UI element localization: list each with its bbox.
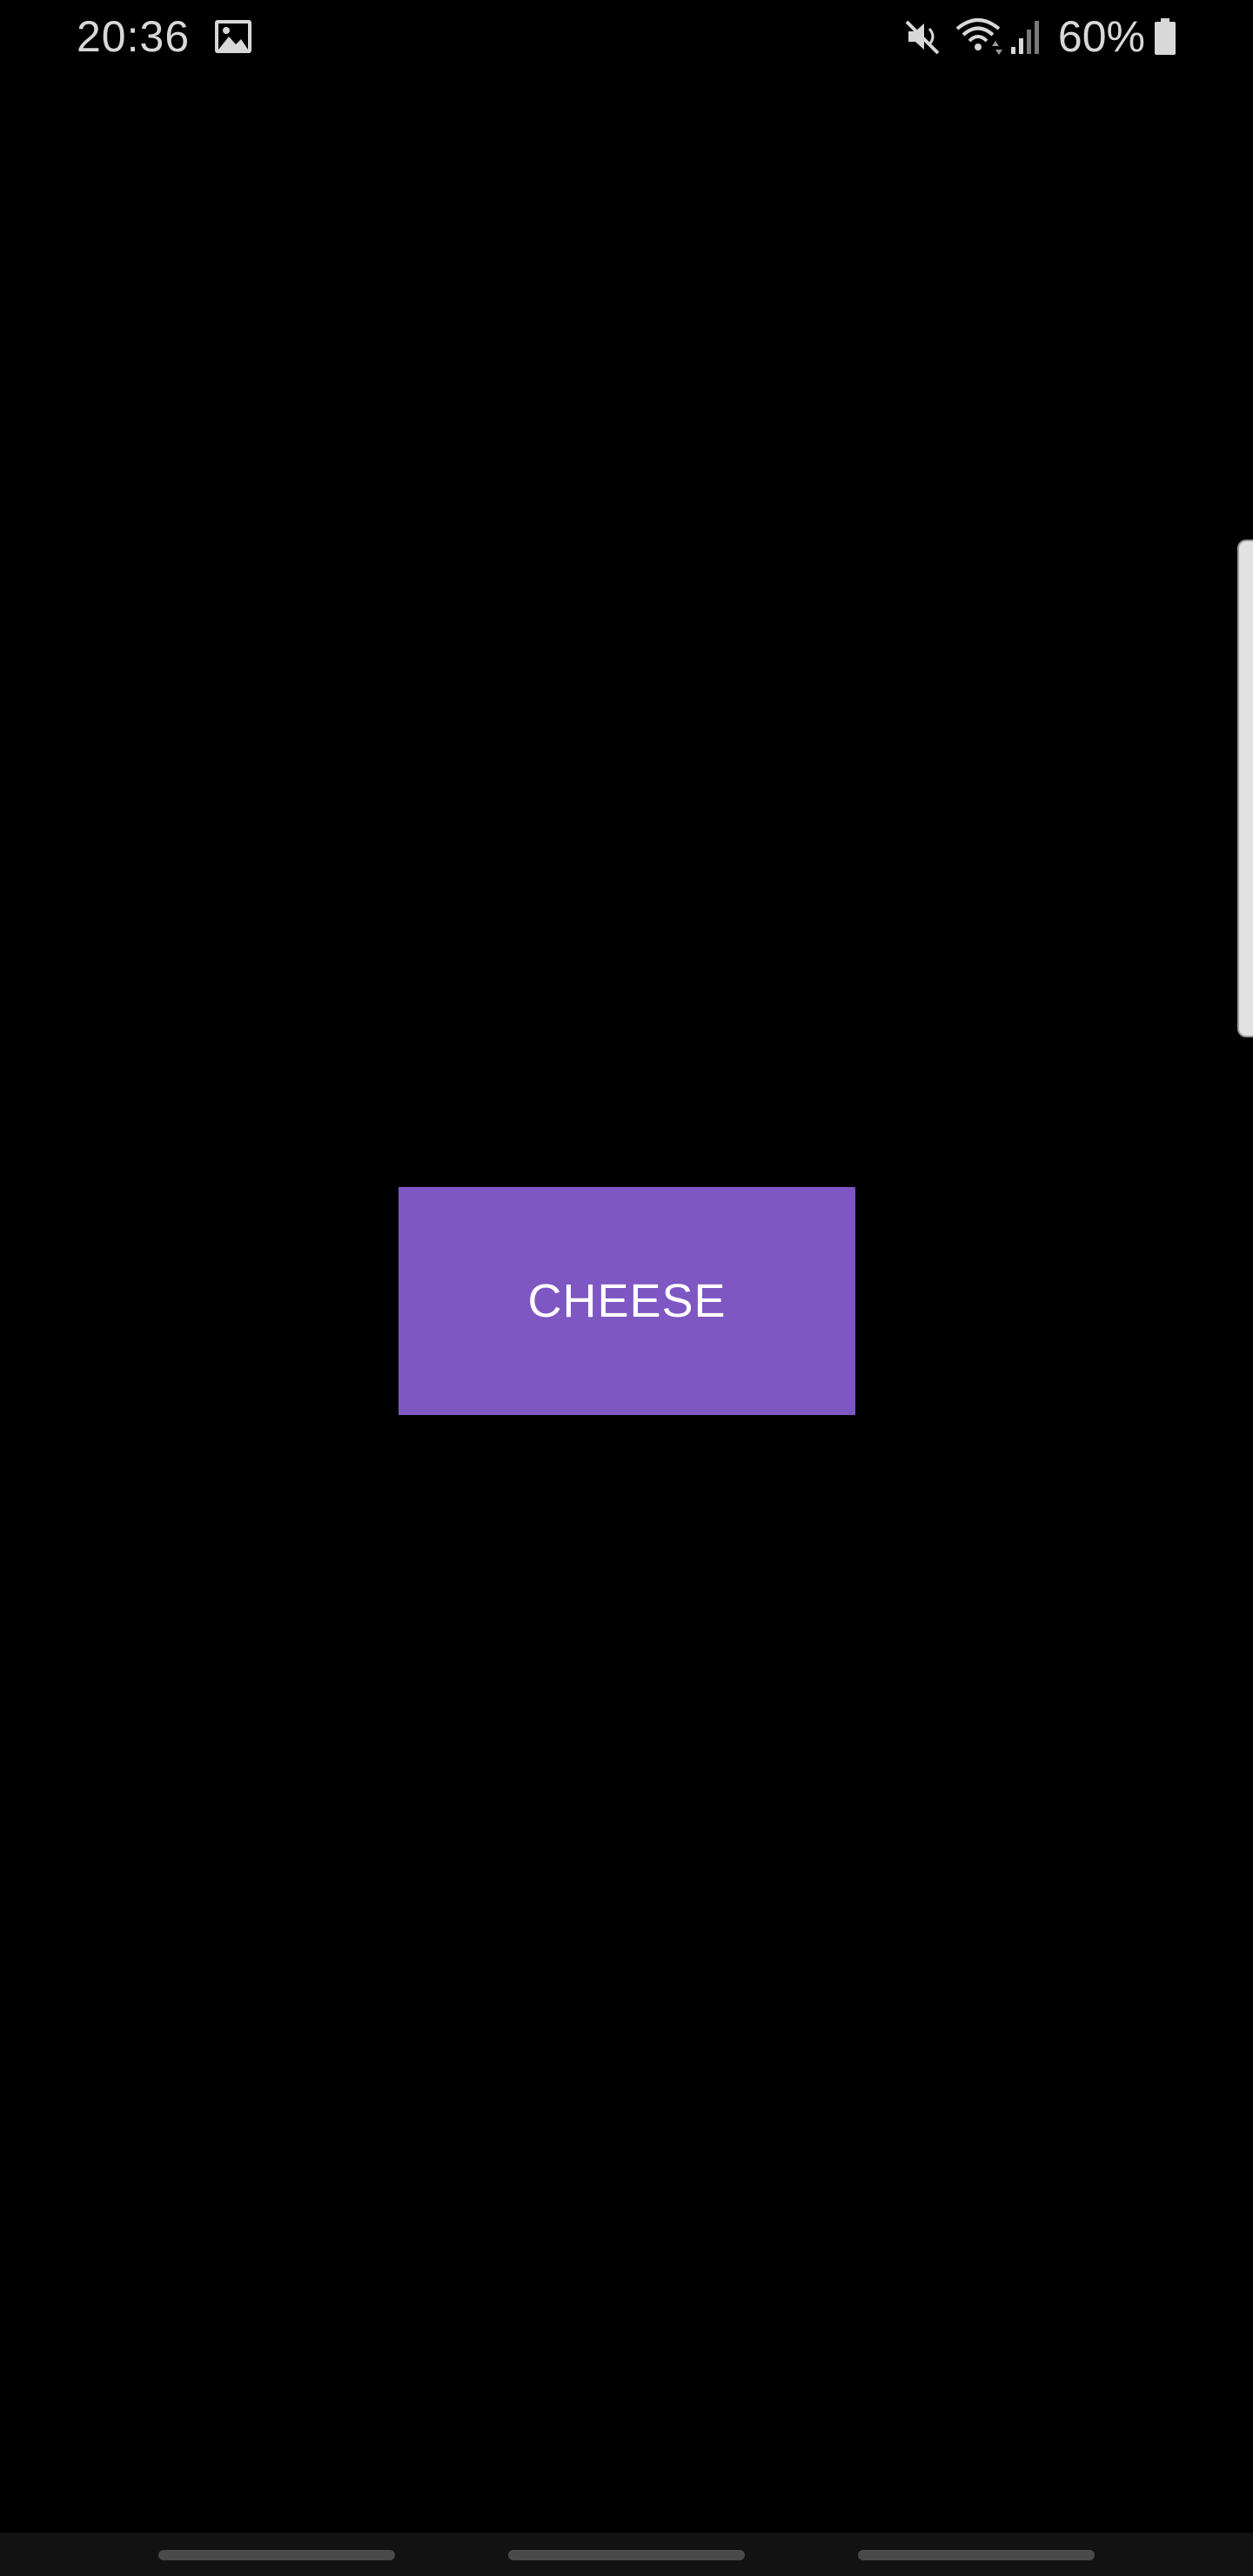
wifi-icon	[955, 17, 1004, 57]
mute-icon	[903, 17, 943, 57]
app-screen: 20:36 60% CHEESE	[0, 0, 1253, 2576]
status-time: 20:36	[77, 12, 191, 61]
signal-icon	[1009, 17, 1046, 56]
nav-recent-apps-button[interactable]	[158, 2550, 395, 2560]
battery-icon	[1154, 17, 1176, 56]
navigation-bar	[0, 2532, 1253, 2576]
status-icons: 60%	[903, 10, 1176, 63]
nav-back-button[interactable]	[858, 2550, 1095, 2560]
nav-home-button[interactable]	[508, 2550, 745, 2560]
edge-panel-handle[interactable]	[1237, 540, 1253, 1037]
cheese-button[interactable]: CHEESE	[399, 1187, 855, 1415]
gallery-icon	[214, 19, 252, 54]
battery-percent: 60%	[1057, 12, 1145, 61]
status-bar: 20:36 60%	[0, 0, 1253, 73]
